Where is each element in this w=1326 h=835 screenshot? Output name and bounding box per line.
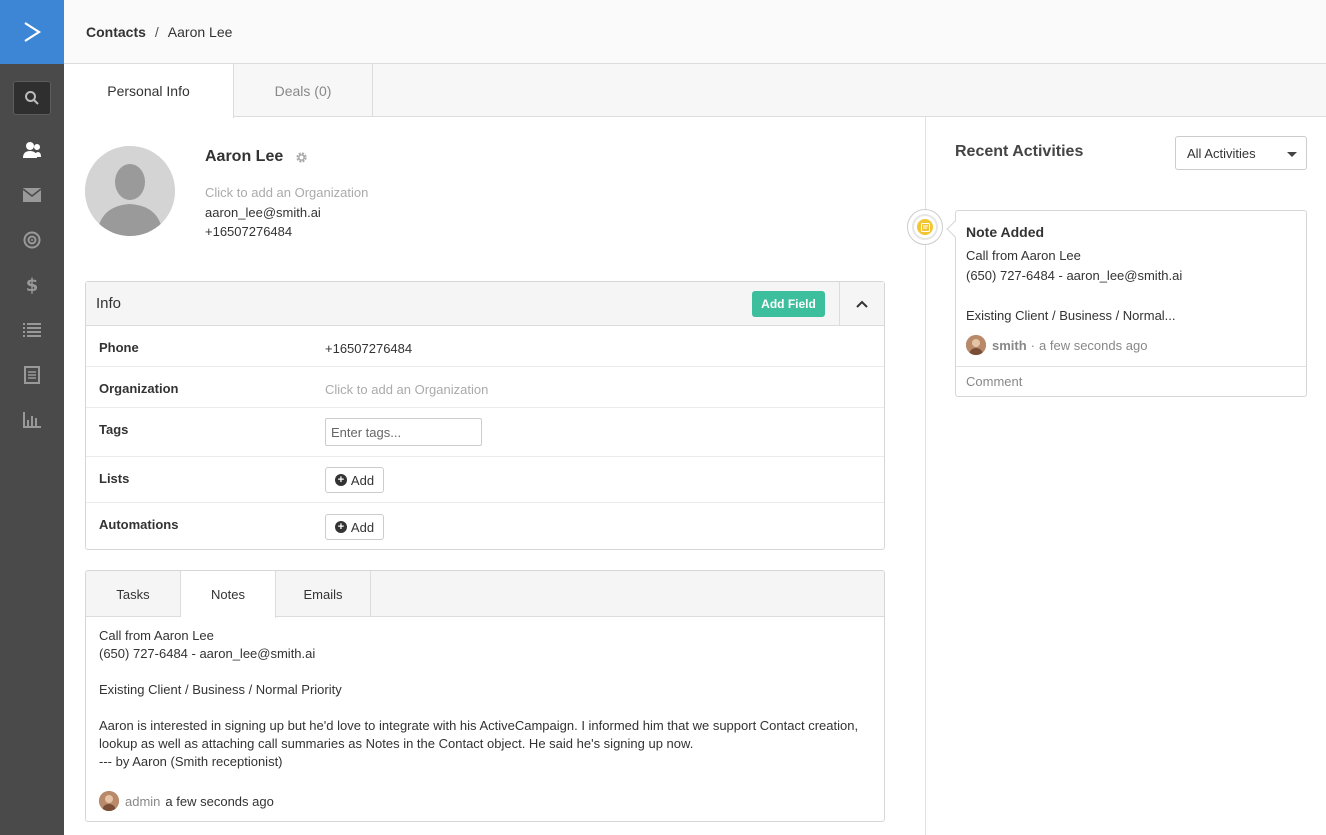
info-row-automations: Automations + Add xyxy=(86,503,884,549)
avatar xyxy=(99,791,119,811)
recent-activities-title: Recent Activities xyxy=(955,143,1084,160)
contact-email[interactable]: aaron_lee@smith.ai xyxy=(205,205,321,220)
activity-line: (650) 727-6484 - aaron_lee@smith.ai xyxy=(966,268,1183,283)
phone-value[interactable]: +16507276484 xyxy=(325,341,412,356)
add-list-label: Add xyxy=(350,472,375,488)
activity-filter-value: All Activities xyxy=(1187,145,1256,161)
activity-line: Call from Aaron Lee xyxy=(966,248,1081,263)
contact-name: Aaron Lee xyxy=(205,148,284,165)
breadcrumb-separator: / xyxy=(154,23,159,40)
tab-notes[interactable]: Notes xyxy=(181,571,276,618)
activity-line: Existing Client / Business / Normal... xyxy=(966,308,1176,323)
info-row-organization: Organization Click to add an Organizatio… xyxy=(86,367,884,408)
tab-deals[interactable]: Deals (0) xyxy=(234,64,373,117)
avatar xyxy=(966,335,986,355)
sidebar: $ xyxy=(0,0,64,835)
activity-card: Note Added Call from Aaron Lee (650) 727… xyxy=(946,210,1307,397)
collapse-button[interactable] xyxy=(839,282,884,326)
list-icon[interactable] xyxy=(0,307,64,352)
plus-circle-icon: + xyxy=(334,474,347,486)
phone-label: Phone xyxy=(99,340,139,355)
mail-icon[interactable] xyxy=(0,172,64,217)
activity-separator: · xyxy=(1030,337,1036,353)
activity-time: a few seconds ago xyxy=(1039,337,1148,353)
notes-panel: Tasks Notes Emails Call from Aaron Lee (… xyxy=(85,570,885,822)
plus-circle-icon: + xyxy=(334,521,347,533)
info-panel: Info Add Field Phone +16507276484 Organi… xyxy=(85,281,885,550)
lists-label: Lists xyxy=(99,471,130,486)
contacts-icon[interactable] xyxy=(0,127,64,172)
note-icon xyxy=(907,209,943,245)
search-icon[interactable] xyxy=(13,81,51,115)
organization-label: Organization xyxy=(99,381,179,396)
comment-button[interactable]: Comment xyxy=(956,366,1306,396)
breadcrumb-current: Aaron Lee xyxy=(167,23,233,40)
document-icon[interactable] xyxy=(0,352,64,397)
info-row-lists: Lists + Add xyxy=(86,457,884,503)
tab-bar: Personal Info Deals (0) xyxy=(64,64,1326,118)
add-automation-button[interactable]: + Add xyxy=(325,514,384,540)
add-automation-label: Add xyxy=(350,519,375,535)
activity-filter-select[interactable]: All Activities xyxy=(1175,136,1307,170)
reports-icon[interactable] xyxy=(0,397,64,442)
note-line: Call from Aaron Lee xyxy=(99,628,214,643)
chevron-up-icon xyxy=(856,300,868,308)
add-field-button[interactable]: Add Field xyxy=(752,291,825,317)
info-title: Info xyxy=(96,295,122,312)
caret-down-icon xyxy=(1287,152,1297,157)
activity-title: Note Added xyxy=(966,224,1045,240)
note-footer: admin a few seconds ago xyxy=(99,791,274,811)
tags-label: Tags xyxy=(99,422,129,437)
note-author: admin xyxy=(125,793,161,809)
activity-meta: smith · a few seconds ago xyxy=(966,335,1147,355)
tab-tasks[interactable]: Tasks xyxy=(86,571,181,617)
add-list-button[interactable]: + Add xyxy=(325,467,384,493)
avatar[interactable] xyxy=(85,146,175,236)
target-icon[interactable] xyxy=(0,217,64,262)
tags-input[interactable] xyxy=(325,418,482,446)
note-line: Existing Client / Business / Normal Prio… xyxy=(99,682,342,697)
automations-label: Automations xyxy=(99,517,179,532)
note-time: a few seconds ago xyxy=(165,793,274,809)
breadcrumb: Contacts / Aaron Lee xyxy=(64,0,1326,64)
breadcrumb-contacts[interactable]: Contacts xyxy=(86,24,146,40)
tab-personal-info[interactable]: Personal Info xyxy=(64,64,234,118)
note-line: --- by Aaron (Smith receptionist) xyxy=(99,754,283,769)
info-row-phone: Phone +16507276484 xyxy=(86,326,884,367)
info-row-tags: Tags xyxy=(86,408,884,457)
gear-icon[interactable] xyxy=(295,151,308,167)
activity-user[interactable]: smith xyxy=(992,338,1027,353)
note-body: Call from Aaron Lee (650) 727-6484 - aar… xyxy=(99,627,869,771)
note-line: (650) 727-6484 - aaron_lee@smith.ai xyxy=(99,646,316,661)
notes-tab-bar: Tasks Notes Emails xyxy=(86,571,884,618)
dollar-icon[interactable]: $ xyxy=(0,262,64,307)
svg-text:$: $ xyxy=(26,275,39,295)
organization-value[interactable]: Click to add an Organization xyxy=(325,382,488,397)
info-header: Info Add Field xyxy=(86,282,884,326)
organization-link[interactable]: Click to add an Organization xyxy=(205,185,368,200)
note-line: Aaron is interested in signing up but he… xyxy=(99,718,859,751)
tab-emails[interactable]: Emails xyxy=(276,571,371,617)
logo-icon[interactable] xyxy=(0,0,64,64)
contact-phone[interactable]: +16507276484 xyxy=(205,224,292,239)
